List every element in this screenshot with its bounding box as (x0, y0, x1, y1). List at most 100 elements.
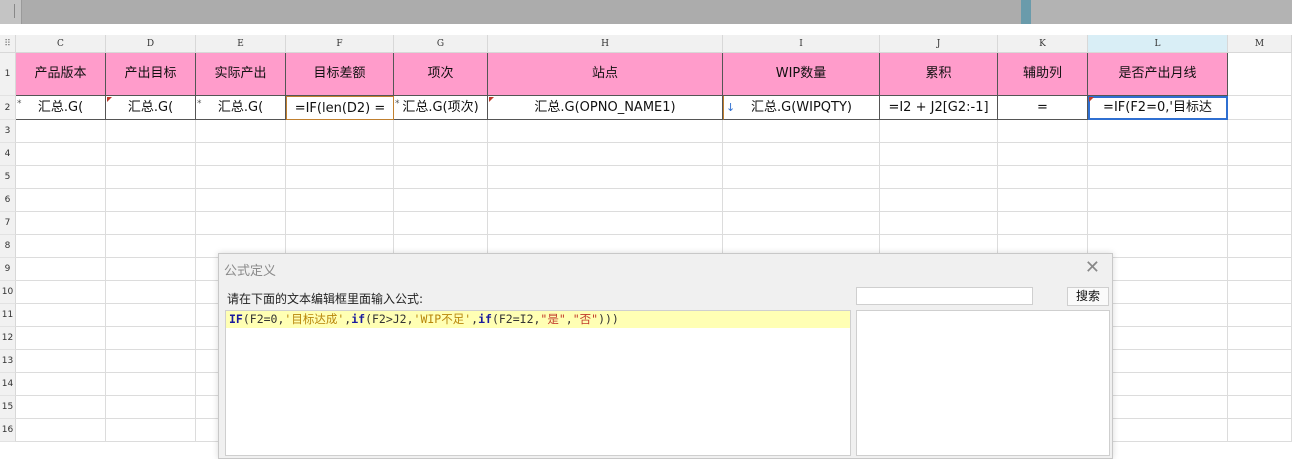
grid-cell[interactable] (880, 166, 998, 189)
grid-cell[interactable] (1228, 258, 1292, 281)
header-cell-l[interactable]: 是否产出月线 (1088, 53, 1228, 96)
grid-cell[interactable] (16, 419, 106, 442)
formula-line[interactable]: IF(F2=0,'目标达成',if(F2>J2,'WIP不足',if(F2=I2… (226, 311, 850, 328)
column-header-h[interactable]: H (488, 35, 723, 53)
grid-cell[interactable] (394, 189, 488, 212)
grid-cell[interactable] (394, 120, 488, 143)
grid-cell[interactable] (196, 166, 286, 189)
grid-cell[interactable] (16, 327, 106, 350)
search-button[interactable]: 搜索 (1067, 287, 1109, 306)
grid-cell[interactable] (1088, 166, 1228, 189)
column-header-f[interactable]: F (286, 35, 394, 53)
grid-cell[interactable] (1088, 189, 1228, 212)
header-cell-f[interactable]: 目标差额 (286, 53, 394, 96)
header-cell-d[interactable]: 产出目标 (106, 53, 196, 96)
grid-cell[interactable] (1228, 189, 1292, 212)
grid-cell[interactable] (106, 281, 196, 304)
grid-cell[interactable] (1228, 396, 1292, 419)
grid-cell[interactable] (1228, 96, 1292, 120)
row-header-6[interactable]: 6 (0, 189, 16, 212)
select-all-corner[interactable]: ⠿ (0, 35, 16, 53)
grid-cell[interactable] (16, 258, 106, 281)
data-cell-l2[interactable]: =IF(F2=0,'目标达 (1088, 96, 1228, 120)
grid-cell[interactable] (106, 396, 196, 419)
data-cell-i2[interactable]: ↓ 汇总.G(WIPQTY) (723, 96, 880, 120)
grid-cell[interactable] (394, 143, 488, 166)
function-list[interactable] (856, 310, 1110, 456)
grid-cell[interactable] (106, 189, 196, 212)
grid-cell[interactable] (723, 189, 880, 212)
grid-cell[interactable] (488, 166, 723, 189)
grid-cell[interactable] (16, 396, 106, 419)
grid-cell[interactable] (723, 212, 880, 235)
grid-cell[interactable] (998, 166, 1088, 189)
data-cell-f2[interactable]: =IF(len(D2) = (286, 96, 394, 120)
grid-cell[interactable] (1228, 373, 1292, 396)
grid-cell[interactable] (1088, 120, 1228, 143)
grid-cell[interactable] (16, 350, 106, 373)
grid-cell[interactable] (1088, 212, 1228, 235)
grid-cell[interactable] (723, 143, 880, 166)
data-cell-d2[interactable]: 汇总.G( (106, 96, 196, 120)
grid-cell[interactable] (106, 212, 196, 235)
grid-cell[interactable] (286, 212, 394, 235)
column-header-g[interactable]: G (394, 35, 488, 53)
search-input-field[interactable] (857, 292, 1032, 308)
close-icon[interactable]: ✕ (1085, 257, 1100, 278)
grid-cell[interactable] (106, 304, 196, 327)
column-header-e[interactable]: E (196, 35, 286, 53)
grid-cell[interactable] (286, 143, 394, 166)
search-input[interactable] (856, 287, 1033, 308)
row-header-10[interactable]: 10 (0, 281, 16, 304)
column-header-d[interactable]: D (106, 35, 196, 53)
row-header-11[interactable]: 11 (0, 304, 16, 327)
column-header-l[interactable]: L (1088, 35, 1228, 53)
grid-cell[interactable] (1228, 281, 1292, 304)
grid-cell[interactable] (1228, 120, 1292, 143)
grid-cell[interactable] (106, 120, 196, 143)
grid-cell[interactable] (880, 212, 998, 235)
data-cell-h2[interactable]: 汇总.G(OPNO_NAME1) (488, 96, 723, 120)
grid-cell[interactable] (488, 120, 723, 143)
grid-cell[interactable] (196, 120, 286, 143)
header-cell-c[interactable]: 产品版本 (16, 53, 106, 96)
data-cell-k2[interactable]: = (998, 96, 1088, 120)
grid-cell[interactable] (16, 120, 106, 143)
grid-cell[interactable] (106, 258, 196, 281)
row-header-3[interactable]: 3 (0, 120, 16, 143)
grid-cell[interactable] (16, 212, 106, 235)
grid-cell[interactable] (1228, 235, 1292, 258)
column-header-c[interactable]: C (16, 35, 106, 53)
grid-cell[interactable] (1228, 212, 1292, 235)
grid-cell[interactable] (880, 143, 998, 166)
grid-cell[interactable] (1228, 327, 1292, 350)
grid-cell[interactable] (16, 235, 106, 258)
grid-cell[interactable] (998, 189, 1088, 212)
header-cell-h[interactable]: 站点 (488, 53, 723, 96)
grid-cell[interactable] (106, 419, 196, 442)
grid-cell[interactable] (1228, 419, 1292, 442)
grid-cell[interactable] (998, 120, 1088, 143)
column-header-j[interactable]: J (880, 35, 998, 53)
header-cell-e[interactable]: 实际产出 (196, 53, 286, 96)
grid-cell[interactable] (106, 143, 196, 166)
row-header-2[interactable]: 2 (0, 96, 16, 120)
row-header-12[interactable]: 12 (0, 327, 16, 350)
grid-cell[interactable] (106, 373, 196, 396)
grid-cell[interactable] (1228, 53, 1292, 96)
grid-cell[interactable] (196, 143, 286, 166)
grid-cell[interactable] (16, 373, 106, 396)
grid-cell[interactable] (880, 120, 998, 143)
grid-cell[interactable] (394, 166, 488, 189)
grid-cell[interactable] (1088, 143, 1228, 166)
grid-cell[interactable] (1228, 304, 1292, 327)
data-cell-e2[interactable]: * 汇总.G( (196, 96, 286, 120)
grid-cell[interactable] (998, 143, 1088, 166)
row-header-9[interactable]: 9 (0, 258, 16, 281)
grid-cell[interactable] (723, 166, 880, 189)
grid-cell[interactable] (1228, 143, 1292, 166)
header-cell-j[interactable]: 累积 (880, 53, 998, 96)
grid-cell[interactable] (16, 189, 106, 212)
data-cell-j2[interactable]: =I2 + J2[G2:-1] (880, 96, 998, 120)
header-cell-k[interactable]: 辅助列 (998, 53, 1088, 96)
